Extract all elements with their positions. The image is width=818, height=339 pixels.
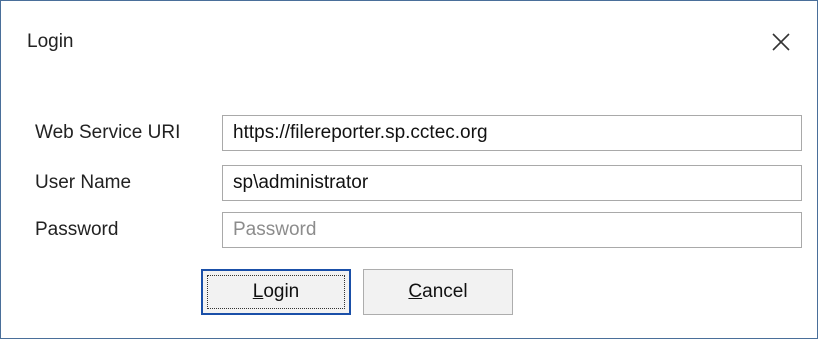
close-button[interactable] (761, 23, 801, 61)
cancel-button[interactable]: Cancel (363, 269, 513, 315)
username-input[interactable] (222, 165, 802, 201)
uri-input[interactable] (222, 115, 802, 151)
cancel-button-label: Cancel (408, 281, 467, 303)
login-button[interactable]: Login (201, 269, 351, 315)
login-mnemonic: L (252, 281, 264, 302)
login-button-label: Login (253, 281, 300, 303)
username-label: User Name (35, 172, 132, 193)
window-title: Login (27, 31, 74, 52)
close-icon (772, 33, 790, 51)
password-label: Password (35, 219, 119, 240)
login-label-rest: ogin (263, 281, 300, 302)
cancel-mnemonic: C (408, 281, 423, 302)
login-dialog: Login Web Service URI User Name Password… (0, 0, 818, 339)
password-input[interactable] (222, 212, 802, 248)
title-bar: Login (1, 1, 817, 85)
cancel-label-rest: ancel (422, 281, 468, 302)
uri-label: Web Service URI (35, 122, 181, 143)
